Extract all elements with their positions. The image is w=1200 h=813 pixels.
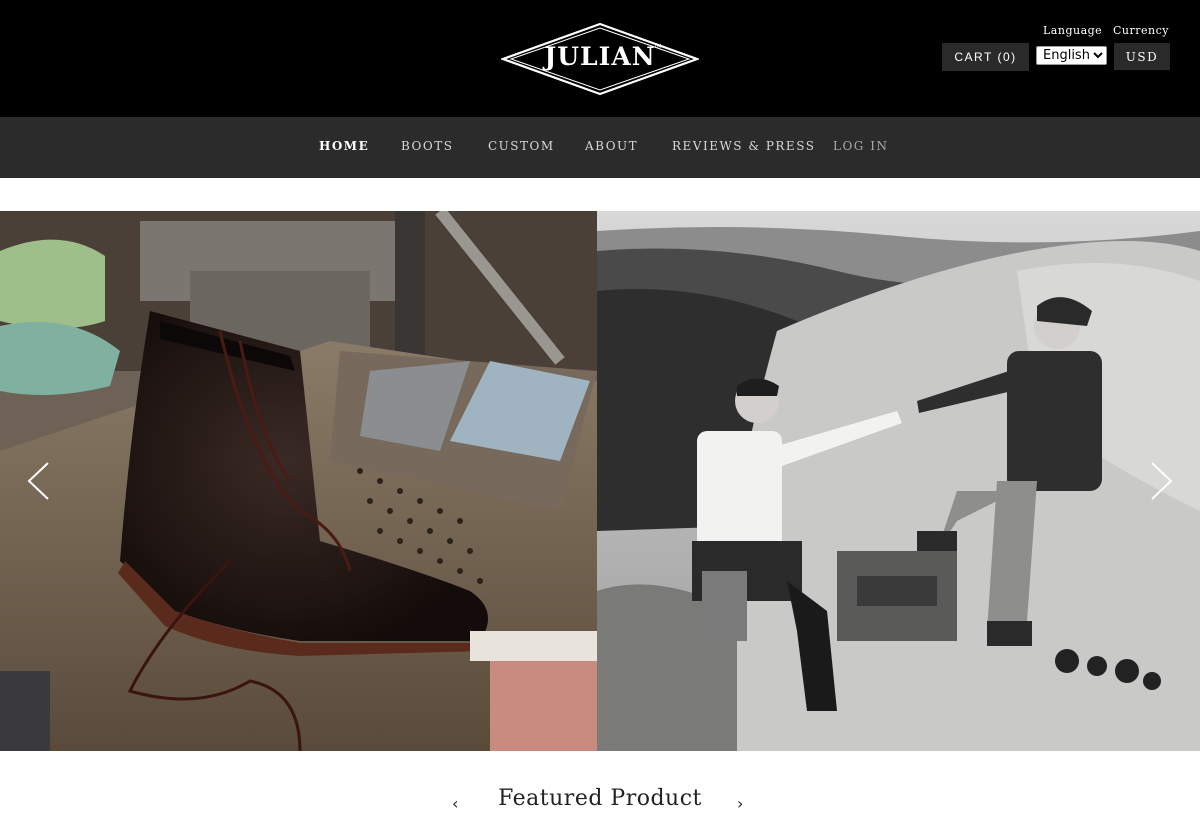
logo-text: JULIAN: [544, 42, 656, 71]
nav-item-log-in[interactable]: LOG IN: [833, 139, 888, 153]
hero-slideshow[interactable]: [0, 211, 1200, 751]
language-label: Language: [1043, 24, 1103, 37]
chevron-left-icon: [27, 462, 49, 500]
hero-image-hikers: [597, 211, 1200, 751]
nav-item-reviews-press[interactable]: REVIEWS & PRESS: [672, 139, 815, 153]
logo-trademark: TM: [654, 44, 662, 50]
slideshow-prev-button[interactable]: [26, 461, 50, 501]
featured-product-title: Featured Product: [498, 786, 702, 811]
nav-item-home[interactable]: HOME: [319, 139, 369, 153]
chevron-right-icon: [1151, 462, 1173, 500]
featured-next-icon[interactable]: ›: [737, 794, 743, 813]
main-nav: HOME BOOTS CUSTOM ABOUT REVIEWS & PRESS …: [0, 117, 1200, 178]
currency-button[interactable]: USD: [1114, 43, 1170, 70]
cart-button[interactable]: CART (0): [942, 43, 1029, 71]
nav-item-about[interactable]: ABOUT: [585, 139, 638, 153]
brand-logo[interactable]: JULIAN TM: [501, 22, 699, 96]
site-header: JULIAN TM Language Currency CART (0) Eng…: [0, 0, 1200, 117]
currency-label: Currency: [1113, 24, 1169, 37]
hero-image-boot: [0, 211, 597, 751]
language-select[interactable]: English: [1036, 46, 1107, 65]
nav-item-custom[interactable]: CUSTOM: [488, 139, 555, 153]
slideshow-next-button[interactable]: [1150, 461, 1174, 501]
featured-product-section: ‹ Featured Product ›: [0, 782, 1200, 813]
nav-item-boots[interactable]: BOOTS: [401, 139, 453, 153]
